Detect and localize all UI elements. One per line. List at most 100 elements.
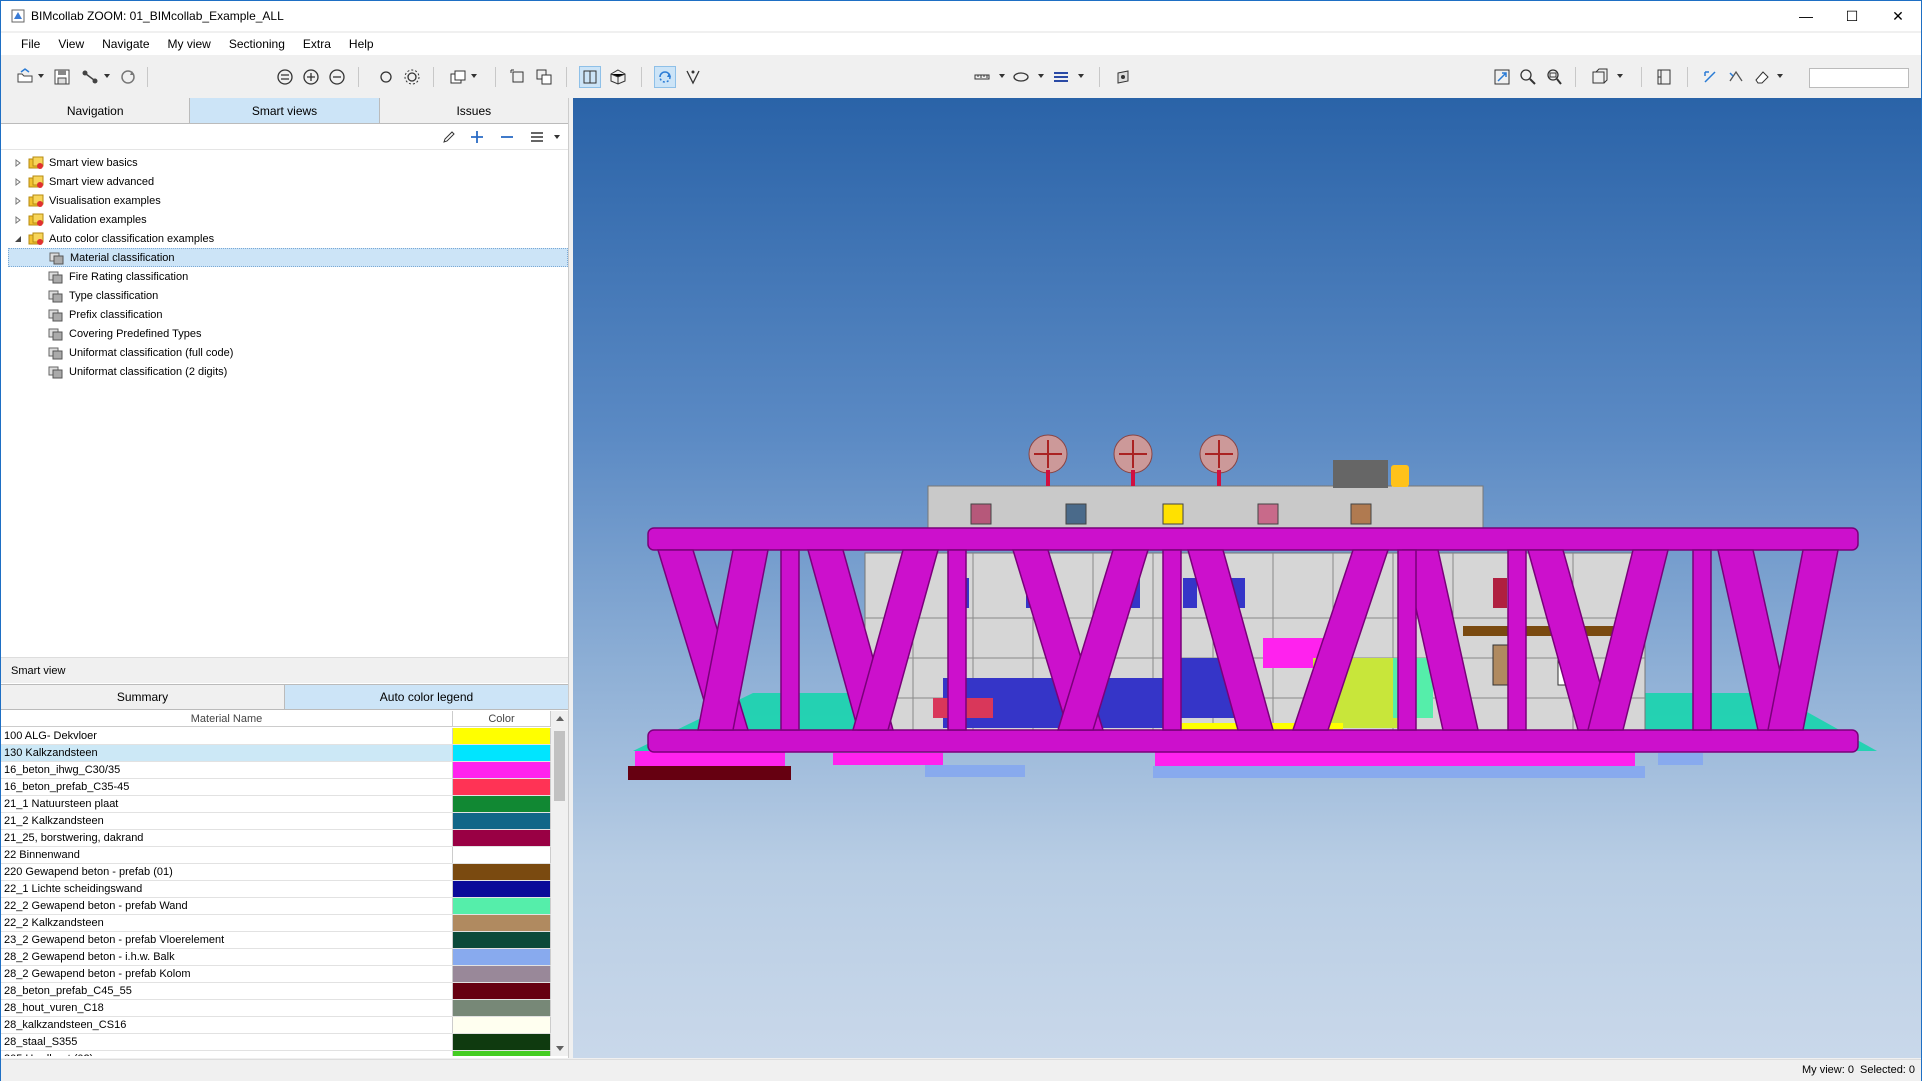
menu-sectioning[interactable]: Sectioning — [220, 37, 294, 51]
legend-row[interactable]: 28_beton_prefab_C45_55 — [1, 983, 551, 1000]
menu-navigate[interactable]: Navigate — [93, 37, 158, 51]
color-swatch[interactable] — [453, 745, 551, 761]
menu-help[interactable]: Help — [340, 37, 383, 51]
tab-issues[interactable]: Issues — [379, 98, 568, 123]
legend-row[interactable]: 23_2 Gewapend beton - prefab Vloerelemen… — [1, 932, 551, 949]
collapsed-arrow-icon[interactable] — [13, 177, 23, 187]
frame-select-icon[interactable] — [507, 66, 529, 88]
legend-row[interactable]: 28_kalkzandsteen_CS16 — [1, 1017, 551, 1034]
expanded-arrow-icon[interactable] — [13, 234, 23, 244]
tree-group[interactable]: Visualisation examples — [13, 191, 161, 210]
collapsed-arrow-icon[interactable] — [13, 196, 23, 206]
minimize-button[interactable]: — — [1783, 1, 1829, 31]
building-model-render[interactable] — [573, 98, 1921, 1058]
remove-smart-view-icon[interactable] — [498, 128, 516, 146]
settings-gear-icon[interactable] — [401, 66, 423, 88]
color-swatch[interactable] — [453, 830, 551, 846]
transparency-icon[interactable] — [1010, 66, 1032, 88]
color-swatch[interactable] — [453, 813, 551, 829]
collapsed-arrow-icon[interactable] — [13, 158, 23, 168]
walk-mode-icon[interactable] — [682, 66, 704, 88]
tree-item-smart-view[interactable]: Fire Rating classification — [48, 267, 188, 286]
legend-row[interactable]: 28_2 Gewapend beton - prefab Kolom — [1, 966, 551, 983]
add-icon[interactable] — [300, 66, 322, 88]
layers-icon[interactable] — [447, 66, 469, 88]
legend-row[interactable]: 28_staal_S355 — [1, 1034, 551, 1051]
toolbar-search-input[interactable] — [1809, 68, 1909, 88]
scroll-down-arrow-icon[interactable] — [556, 1046, 564, 1051]
color-swatch[interactable] — [453, 796, 551, 812]
measure-icon[interactable] — [971, 66, 993, 88]
color-swatch[interactable] — [453, 983, 551, 999]
tree-item-smart-view[interactable]: Covering Predefined Types — [48, 324, 202, 343]
scrollbar-thumb[interactable] — [554, 731, 565, 801]
legend-row[interactable]: 28_hout_vuren_C18 — [1, 1000, 551, 1017]
zoom-window-icon[interactable] — [1543, 66, 1565, 88]
tree-item-smart-view[interactable]: Material classification — [8, 248, 568, 267]
share-icon[interactable] — [79, 66, 101, 88]
eraser-icon[interactable] — [1751, 66, 1773, 88]
tree-group[interactable]: Smart view advanced — [13, 172, 154, 191]
legend-row[interactable]: 305 Hardhout (02) — [1, 1051, 551, 1056]
maximize-button[interactable]: ☐ — [1829, 1, 1875, 31]
menu-my-view[interactable]: My view — [159, 37, 220, 51]
zoom-extents-icon[interactable] — [1491, 66, 1513, 88]
color-swatch[interactable] — [453, 762, 551, 778]
tab-auto-color-legend[interactable]: Auto color legend — [285, 685, 568, 709]
column-header-material-name[interactable]: Material Name — [1, 711, 453, 726]
legend-row[interactable]: 22_1 Lichte scheidingswand — [1, 881, 551, 898]
remove-icon[interactable] — [326, 66, 348, 88]
tab-smart-views[interactable]: Smart views — [190, 98, 380, 123]
column-header-color[interactable]: Color — [453, 711, 551, 726]
legend-row[interactable]: 21_2 Kalkzandsteen — [1, 813, 551, 830]
color-swatch[interactable] — [453, 864, 551, 880]
copy-frame-icon[interactable] — [533, 66, 555, 88]
scroll-up-arrow-icon[interactable] — [556, 716, 564, 721]
legend-row[interactable]: 130 Kalkzandsteen — [1, 745, 551, 762]
perspective-view-icon[interactable] — [579, 66, 601, 88]
tree-item-smart-view[interactable]: Type classification — [48, 286, 158, 305]
color-swatch[interactable] — [453, 949, 551, 965]
legend-row[interactable]: 22_2 Kalkzandsteen — [1, 915, 551, 932]
open-project-icon[interactable] — [14, 66, 36, 88]
color-swatch[interactable] — [453, 1051, 551, 1056]
legend-row[interactable]: 28_2 Gewapend beton - i.h.w. Balk — [1, 949, 551, 966]
color-swatch[interactable] — [453, 898, 551, 914]
close-button[interactable]: ✕ — [1875, 1, 1921, 31]
edit-pencil-icon[interactable] — [440, 128, 458, 146]
color-swatch[interactable] — [453, 728, 551, 744]
legend-row[interactable]: 16_beton_prefab_C35-45 — [1, 779, 551, 796]
render-style-icon[interactable] — [1112, 66, 1134, 88]
color-swatch[interactable] — [453, 1017, 551, 1033]
tree-group[interactable]: Validation examples — [13, 210, 147, 229]
menu-extra[interactable]: Extra — [294, 37, 340, 51]
isolate-icon[interactable] — [375, 66, 397, 88]
legend-row[interactable]: 220 Gewapend beton - prefab (01) — [1, 864, 551, 881]
menu-view[interactable]: View — [49, 37, 93, 51]
color-swatch[interactable] — [453, 779, 551, 795]
zoom-selection-icon[interactable] — [1517, 66, 1539, 88]
save-icon[interactable] — [51, 66, 73, 88]
list-menu-icon[interactable] — [528, 128, 546, 146]
tree-item-smart-view[interactable]: Uniformat classification (full code) — [48, 343, 233, 362]
tree-group[interactable]: Smart view basics — [13, 153, 138, 172]
lines-icon[interactable] — [1050, 66, 1072, 88]
hide-icon[interactable] — [274, 66, 296, 88]
legend-row[interactable]: 16_beton_ihwg_C30/35 — [1, 762, 551, 779]
color-swatch[interactable] — [453, 932, 551, 948]
snap-point-icon[interactable] — [1699, 66, 1721, 88]
cube-view-icon[interactable] — [607, 66, 629, 88]
legend-row[interactable]: 100 ALG- Dekvloer — [1, 728, 551, 745]
orbit-icon[interactable] — [654, 66, 676, 88]
color-swatch[interactable] — [453, 1000, 551, 1016]
tree-item-smart-view[interactable]: Uniformat classification (2 digits) — [48, 362, 227, 381]
legend-row[interactable]: 22 Binnenwand — [1, 847, 551, 864]
collapsed-arrow-icon[interactable] — [13, 215, 23, 225]
legend-row[interactable]: 21_25, borstwering, dakrand — [1, 830, 551, 847]
3d-viewport[interactable] — [573, 98, 1921, 1058]
legend-row[interactable]: 21_1 Natuursteen plaat — [1, 796, 551, 813]
tree-item-smart-view[interactable]: Prefix classification — [48, 305, 163, 324]
legend-row[interactable]: 22_2 Gewapend beton - prefab Wand — [1, 898, 551, 915]
legend-scrollbar[interactable] — [551, 711, 568, 1056]
color-swatch[interactable] — [453, 847, 551, 863]
